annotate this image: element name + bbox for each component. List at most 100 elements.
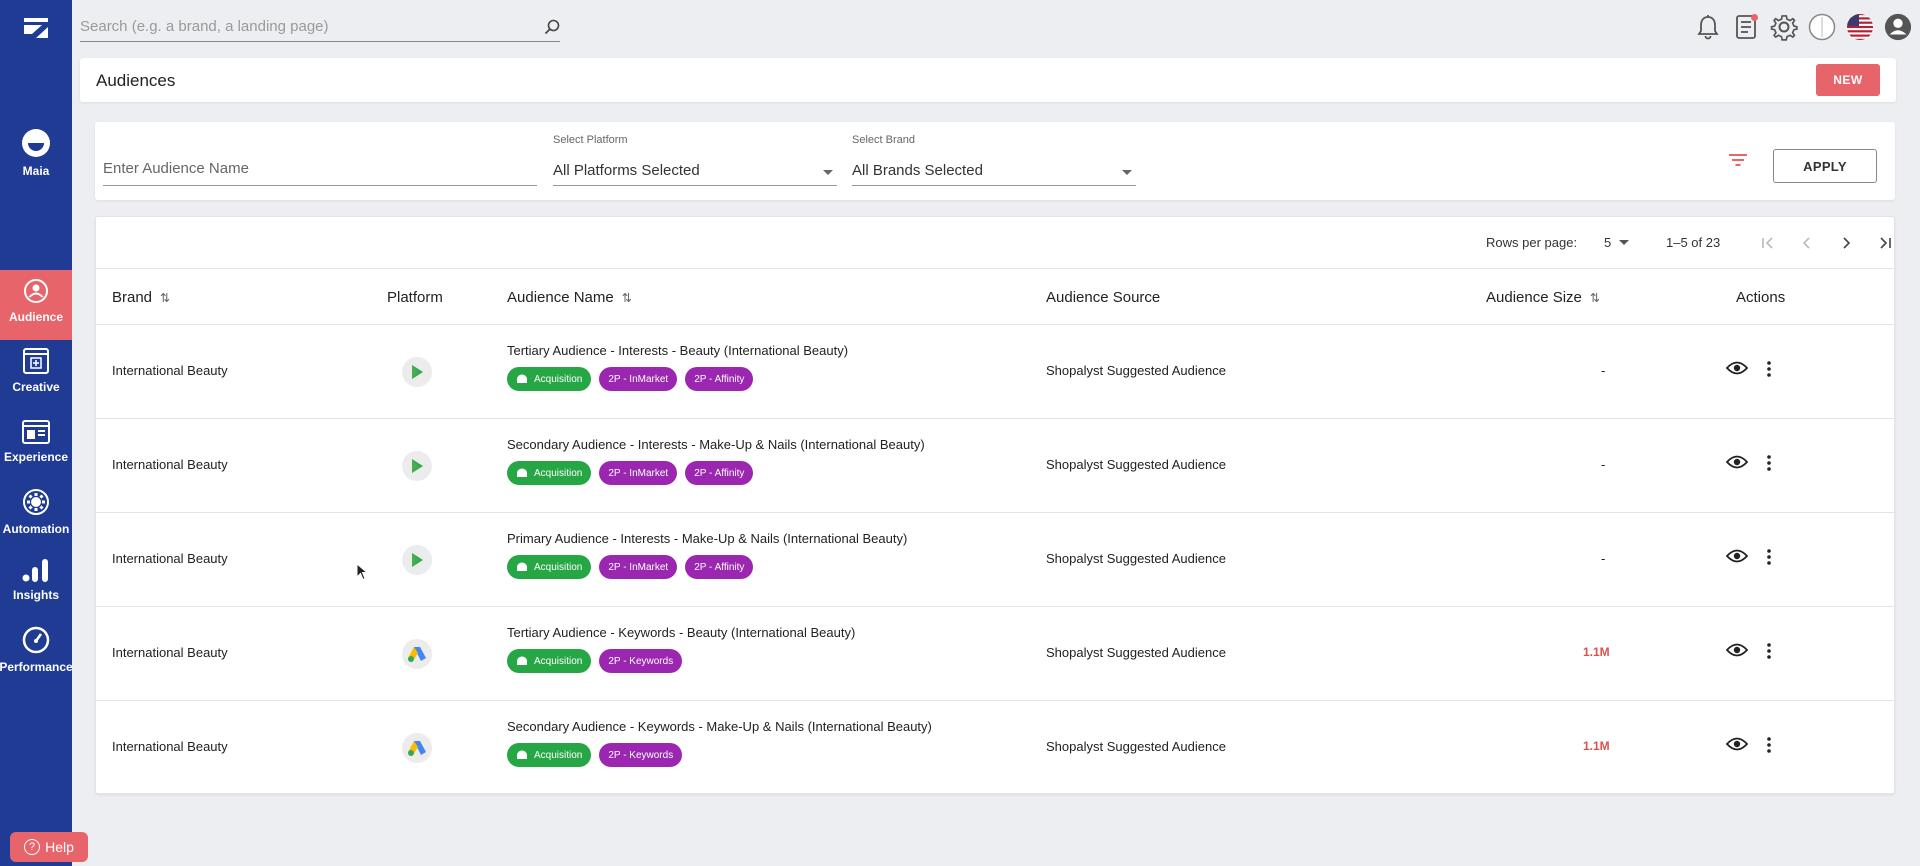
view-eye-icon[interactable] (1726, 548, 1748, 564)
search-input[interactable] (80, 18, 544, 35)
sort-icon[interactable]: ⇅ (160, 291, 170, 305)
google-ads-icon (408, 647, 426, 662)
column-header-brand[interactable]: Brand ⇅ (112, 289, 170, 306)
creative-icon (23, 348, 49, 374)
google-play-icon (412, 553, 423, 567)
language-button[interactable] (1846, 13, 1874, 41)
bell-icon (1697, 15, 1719, 40)
search-icon[interactable] (544, 19, 560, 35)
table-header: Brand ⇅ Platform Audience Name ⇅ Audienc… (96, 269, 1894, 325)
audience-tag: 2P - InMarket (599, 367, 678, 391)
first-page-button[interactable] (1754, 229, 1782, 257)
audience-name-cell: Secondary Audience - Interests - Make-Up… (507, 437, 925, 452)
help-button[interactable]: ? Help (10, 832, 88, 862)
sidebar-item-label: Automation (2, 522, 70, 536)
rows-per-page-select[interactable]: 5 (1604, 235, 1630, 250)
tag-label: 2P - Keywords (608, 749, 674, 761)
column-label: Audience Name (507, 289, 614, 306)
brand-logo-icon[interactable] (22, 14, 50, 42)
audience-source-cell: Shopalyst Suggested Audience (1046, 457, 1226, 472)
platform-select[interactable]: Select Platform All Platforms Selected (553, 134, 837, 186)
audience-name-cell: Primary Audience - Interests - Make-Up &… (507, 531, 908, 546)
column-header-audience-name[interactable]: Audience Name ⇅ (507, 289, 632, 306)
new-audience-button[interactable]: NEW (1816, 64, 1880, 96)
audience-size-cell: - (1601, 363, 1606, 378)
audience-tag: 2P - InMarket (599, 461, 678, 485)
reports-button[interactable] (1732, 13, 1760, 41)
platform-cell (402, 357, 432, 387)
audience-tag: 2P - Affinity (685, 555, 754, 579)
brand-select[interactable]: Select Brand All Brands Selected (852, 134, 1136, 186)
sort-icon[interactable]: ⇅ (622, 291, 632, 305)
view-eye-icon[interactable] (1726, 454, 1748, 470)
view-eye-icon[interactable] (1726, 642, 1748, 658)
tag-label: Acquisition (534, 467, 583, 479)
view-eye-icon[interactable] (1726, 360, 1748, 376)
more-options-icon[interactable] (1766, 361, 1772, 377)
sidebar-item-experience[interactable]: Experience (0, 420, 72, 480)
sidebar-item-creative[interactable]: Creative (0, 348, 72, 408)
platform-cell (402, 639, 432, 669)
experience-icon (22, 420, 50, 444)
sidebar-item-label: Performance (0, 660, 73, 674)
sidebar-item-audience[interactable]: Audience (0, 270, 72, 340)
tag-label: Acquisition (534, 749, 583, 761)
chevron-right-icon (1843, 237, 1851, 249)
sidebar-item-automation[interactable]: Automation (0, 488, 72, 548)
audience-tag: Acquisition (507, 367, 592, 391)
audience-tags: Acquisition 2P - InMarket 2P - Affinity (507, 555, 754, 579)
audience-tag: 2P - InMarket (599, 555, 678, 579)
search-bar (80, 12, 560, 42)
sort-icon[interactable]: ⇅ (1590, 291, 1600, 305)
more-options-icon[interactable] (1766, 643, 1772, 659)
platform-select-value: All Platforms Selected (553, 162, 700, 179)
notifications-button[interactable] (1694, 13, 1722, 41)
platform-select-label: Select Platform (553, 134, 628, 146)
last-page-button[interactable] (1871, 229, 1899, 257)
apply-button[interactable]: APPLY (1773, 149, 1877, 183)
prev-page-button[interactable] (1793, 229, 1821, 257)
filter-icon[interactable] (1728, 152, 1748, 168)
audience-name-cell: Tertiary Audience - Keywords - Beauty (I… (507, 625, 856, 640)
audience-source-cell: Shopalyst Suggested Audience (1046, 645, 1226, 660)
sidebar-item-performance[interactable]: Performance (0, 626, 73, 686)
android-icon (517, 468, 527, 477)
tag-label: Acquisition (534, 373, 583, 385)
brand-select-label: Select Brand (852, 134, 915, 146)
column-header-audience-source: Audience Source (1046, 289, 1160, 306)
sidebar-item-insights[interactable]: Insights (0, 558, 72, 618)
more-options-icon[interactable] (1766, 549, 1772, 565)
table-row: International Beauty Secondary Audience -… (96, 419, 1894, 513)
rows-per-page-label: Rows per page: (1486, 235, 1578, 250)
audience-tags: Acquisition 2P - Keywords (507, 743, 683, 767)
automation-icon (23, 489, 49, 515)
sidebar-item-label: Audience (8, 310, 63, 324)
account-button[interactable] (1884, 13, 1912, 41)
audience-table: Rows per page: 5 1–5 of 23 Brand ⇅ Platf… (95, 216, 1895, 795)
table-row: International Beauty Tertiary Audience - … (96, 607, 1894, 701)
sidebar-item-maia[interactable]: Maia (0, 128, 72, 198)
column-header-audience-size[interactable]: Audience Size ⇅ (1486, 289, 1600, 306)
view-eye-icon[interactable] (1726, 736, 1748, 752)
platform-cell (402, 733, 432, 763)
audience-tag: 2P - Keywords (599, 743, 683, 767)
audience-name-field (103, 160, 537, 186)
chevron-left-icon (1802, 237, 1810, 249)
audience-name-input[interactable] (103, 160, 537, 177)
profile-status-button[interactable] (1808, 13, 1836, 41)
tag-label: Acquisition (534, 655, 583, 667)
tag-label: 2P - Affinity (694, 467, 745, 479)
audience-tag: 2P - Affinity (685, 367, 754, 391)
next-page-button[interactable] (1832, 229, 1860, 257)
android-icon (517, 750, 527, 759)
last-page-icon (1880, 237, 1891, 249)
settings-button[interactable] (1770, 13, 1798, 41)
first-page-icon (1762, 237, 1773, 249)
page-range: 1–5 of 23 (1666, 235, 1721, 250)
android-icon (517, 656, 527, 665)
notification-dot (1751, 14, 1758, 21)
platform-cell (402, 451, 432, 481)
more-options-icon[interactable] (1766, 737, 1772, 753)
more-options-icon[interactable] (1766, 455, 1772, 471)
table-row: International Beauty Tertiary Audience - … (96, 325, 1894, 419)
